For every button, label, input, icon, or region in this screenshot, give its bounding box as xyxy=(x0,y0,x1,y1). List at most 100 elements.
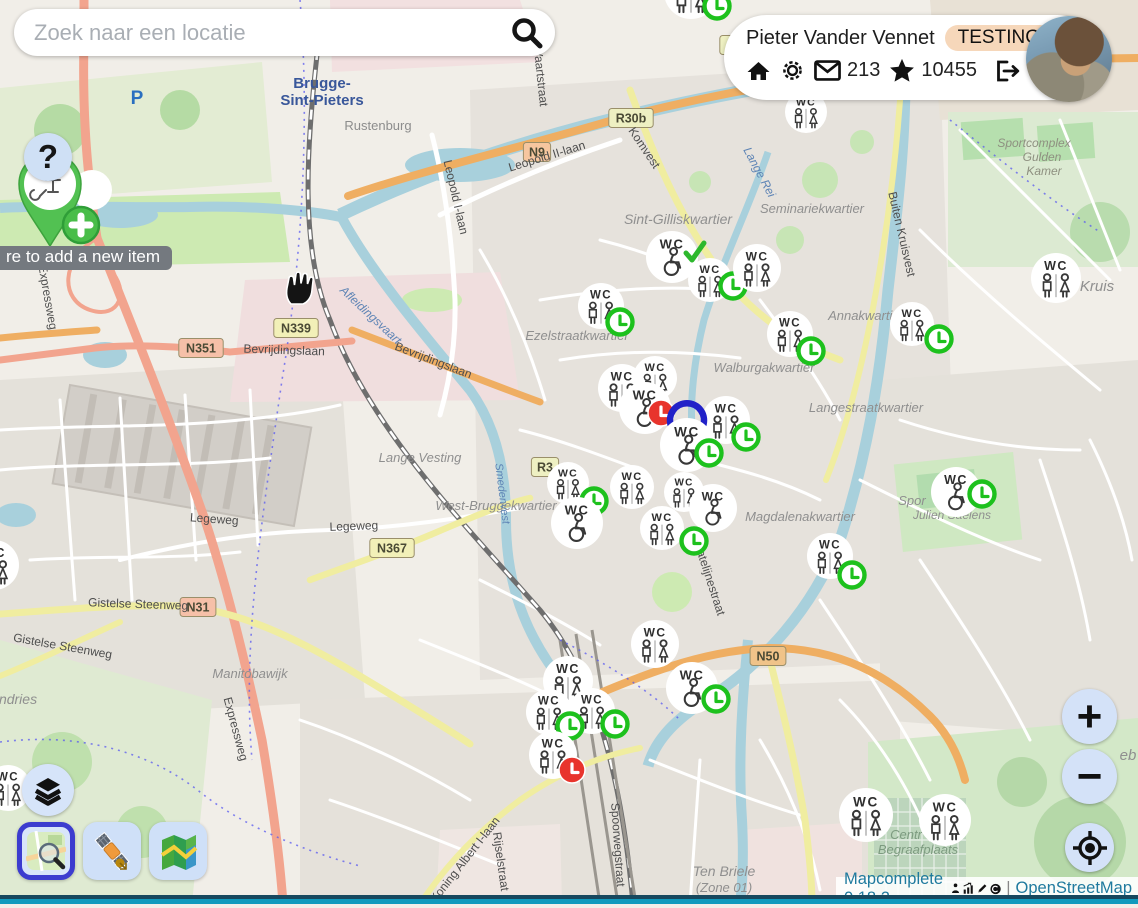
mapcomplete-app: { "search": { "placeholder": "Zoek naar … xyxy=(0,0,1138,904)
svg-text:WC: WC xyxy=(0,546,6,560)
osm-map-icon xyxy=(26,831,66,871)
map-label: (Zone 01) xyxy=(696,880,752,895)
svg-text:WC: WC xyxy=(933,800,958,815)
search-input[interactable] xyxy=(32,19,509,47)
map-label: P xyxy=(131,88,144,109)
svg-text:WC: WC xyxy=(702,489,725,503)
map-label: Kruis xyxy=(1080,278,1115,295)
map-label: Bevrijdingslaan xyxy=(243,342,325,359)
opening-hours-badge-green xyxy=(682,529,707,554)
opening-hours-badge-green xyxy=(705,0,730,19)
svg-text:WC: WC xyxy=(853,794,879,809)
geolocate-button[interactable] xyxy=(1065,823,1114,872)
toilet-marker[interactable]: WC xyxy=(610,465,654,509)
map-label: Walburgakwartier xyxy=(714,360,816,375)
road-shield-label: N367 xyxy=(377,542,407,556)
svg-text:WC: WC xyxy=(944,473,968,487)
road-shield-label: R30b xyxy=(616,112,647,126)
svg-text:WC: WC xyxy=(715,401,738,415)
map-label: Brugge- xyxy=(293,75,351,92)
crosshair-icon xyxy=(1072,830,1108,866)
svg-text:WC: WC xyxy=(622,471,643,483)
map-label: Sportcomplex xyxy=(997,136,1071,150)
opening-hours-badge-green xyxy=(603,712,628,737)
layer-option-osm[interactable] xyxy=(17,822,75,880)
map-label: Lange Vesting xyxy=(379,450,462,465)
opening-hours-badge-green xyxy=(927,327,952,352)
user-stat-icon[interactable] xyxy=(951,881,960,896)
svg-text:WC: WC xyxy=(538,696,560,708)
opening-hours-badge-green xyxy=(799,339,824,364)
svg-text:WC: WC xyxy=(542,736,565,750)
map-label: Langestraatkwartier xyxy=(809,400,924,415)
road-shield-label: N31 xyxy=(187,601,210,615)
map-label: Legeweg xyxy=(329,518,378,534)
map-label: Sint-Pieters xyxy=(280,92,363,109)
toilet-marker[interactable]: WC xyxy=(1031,253,1081,303)
opening-hours-badge-red xyxy=(559,757,585,783)
svg-text:WC: WC xyxy=(0,772,19,784)
search-bar xyxy=(14,9,555,56)
zoom-out-button[interactable]: − xyxy=(1062,749,1117,804)
layer-option-map[interactable] xyxy=(149,822,207,880)
map-label: Ten Briele xyxy=(693,863,756,879)
pen-icon[interactable] xyxy=(977,881,987,896)
map-label: Spor xyxy=(898,493,926,508)
opening-hours-badge-green xyxy=(704,687,729,712)
toilet-marker[interactable]: WC xyxy=(689,484,737,532)
map-label: Sint-Gilliskwartier xyxy=(624,211,733,227)
svg-text:WC: WC xyxy=(556,662,580,676)
svg-text:WC: WC xyxy=(1044,259,1068,273)
svg-text:WC: WC xyxy=(652,512,673,524)
svg-text:WC: WC xyxy=(645,362,666,374)
folded-map-icon xyxy=(157,831,199,871)
theme-bottom-bar xyxy=(0,895,1138,904)
map-label: Rustenburg xyxy=(344,118,411,133)
search-icon[interactable] xyxy=(509,15,545,51)
map-label: Gulden xyxy=(1023,150,1062,164)
road-shield-label: N339 xyxy=(281,322,311,336)
question-mark: ? xyxy=(38,138,58,176)
zoom-in-button[interactable]: + xyxy=(1062,689,1117,744)
map-label: West-Bruggekwartier xyxy=(435,498,557,513)
messages-icon[interactable] xyxy=(814,60,841,81)
changes-count[interactable]: 10455 xyxy=(921,59,977,82)
map-label: Manitobawijk xyxy=(212,666,289,681)
opening-hours-badge-green xyxy=(697,441,722,466)
toilet-marker[interactable]: WC xyxy=(631,620,679,668)
hand-cursor-icon xyxy=(287,272,314,304)
layers-icon xyxy=(30,772,66,808)
toilet-marker[interactable]: WC xyxy=(919,794,971,846)
user-name: Pieter Vander Vennet xyxy=(746,27,935,50)
map-label: Centr xyxy=(890,827,922,842)
help-button[interactable]: ? xyxy=(24,133,72,181)
svg-text:WC: WC xyxy=(779,318,801,330)
layer-option-satellite[interactable] xyxy=(83,822,141,880)
logout-icon[interactable] xyxy=(994,59,1020,83)
layers-button[interactable] xyxy=(22,764,74,816)
map-label: Kamer xyxy=(1026,164,1062,178)
opening-hours-badge-green xyxy=(840,563,865,588)
map-label: Seminariekwartier xyxy=(760,201,865,216)
svg-text:WC: WC xyxy=(819,540,841,552)
settings-gear-icon[interactable] xyxy=(780,58,805,83)
user-avatar[interactable] xyxy=(1026,16,1112,102)
background-layer-picker xyxy=(17,822,207,880)
svg-text:WC: WC xyxy=(590,290,612,302)
opening-hours-badge-green xyxy=(608,310,633,335)
svg-text:WC: WC xyxy=(558,467,578,479)
messages-count[interactable]: 213 xyxy=(847,59,880,82)
map-label: ndries xyxy=(0,691,37,707)
add-item-tooltip: re to add a new item xyxy=(0,246,172,270)
svg-text:WC: WC xyxy=(674,478,693,489)
toilet-marker[interactable]: WC xyxy=(839,788,893,842)
toilet-marker[interactable]: WC xyxy=(551,497,603,549)
map-label: Magdalenakwartier xyxy=(745,509,856,524)
satellite-icon xyxy=(91,830,133,872)
svg-text:WC: WC xyxy=(644,625,667,639)
toilet-marker[interactable]: WC xyxy=(733,244,781,292)
statistics-icon[interactable] xyxy=(963,881,973,896)
opening-hours-badge-green xyxy=(734,425,759,450)
svg-text:WC: WC xyxy=(581,695,603,707)
home-icon[interactable] xyxy=(746,59,771,83)
